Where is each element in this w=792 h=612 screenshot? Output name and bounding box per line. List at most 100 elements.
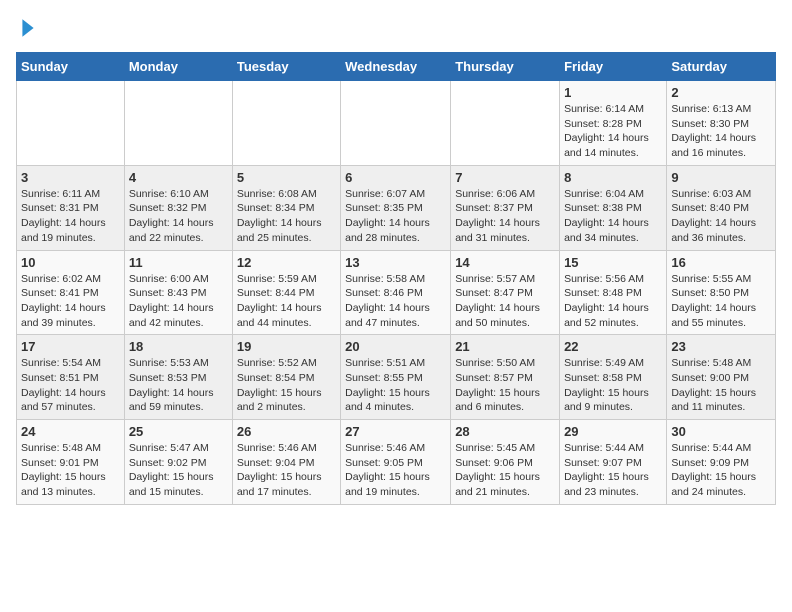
calendar-cell: 9 Sunrise: 6:03 AMSunset: 8:40 PMDayligh… (667, 165, 776, 250)
calendar-cell: 16 Sunrise: 5:55 AMSunset: 8:50 PMDaylig… (667, 250, 776, 335)
day-info: Sunrise: 5:48 AMSunset: 9:01 PMDaylight:… (21, 442, 106, 498)
header (16, 16, 776, 40)
calendar-cell: 26 Sunrise: 5:46 AMSunset: 9:04 PMDaylig… (232, 420, 340, 505)
calendar-cell: 27 Sunrise: 5:46 AMSunset: 9:05 PMDaylig… (341, 420, 451, 505)
calendar-cell: 1 Sunrise: 6:14 AMSunset: 8:28 PMDayligh… (560, 81, 667, 166)
calendar-header-row: SundayMondayTuesdayWednesdayThursdayFrid… (17, 53, 776, 81)
column-header-tuesday: Tuesday (232, 53, 340, 81)
logo-icon (16, 16, 40, 40)
day-info: Sunrise: 5:59 AMSunset: 8:44 PMDaylight:… (237, 273, 322, 329)
day-info: Sunrise: 5:44 AMSunset: 9:09 PMDaylight:… (671, 442, 756, 498)
calendar-body: 1 Sunrise: 6:14 AMSunset: 8:28 PMDayligh… (17, 81, 776, 505)
calendar-cell: 19 Sunrise: 5:52 AMSunset: 8:54 PMDaylig… (232, 335, 340, 420)
day-info: Sunrise: 5:50 AMSunset: 8:57 PMDaylight:… (455, 357, 540, 413)
day-number: 25 (129, 424, 228, 439)
day-info: Sunrise: 6:03 AMSunset: 8:40 PMDaylight:… (671, 188, 756, 244)
column-header-thursday: Thursday (451, 53, 560, 81)
day-number: 3 (21, 170, 120, 185)
calendar-cell: 10 Sunrise: 6:02 AMSunset: 8:41 PMDaylig… (17, 250, 125, 335)
calendar-cell: 22 Sunrise: 5:49 AMSunset: 8:58 PMDaylig… (560, 335, 667, 420)
day-info: Sunrise: 6:14 AMSunset: 8:28 PMDaylight:… (564, 103, 649, 159)
day-number: 24 (21, 424, 120, 439)
day-info: Sunrise: 6:10 AMSunset: 8:32 PMDaylight:… (129, 188, 214, 244)
column-header-wednesday: Wednesday (341, 53, 451, 81)
calendar-cell (451, 81, 560, 166)
day-number: 30 (671, 424, 771, 439)
day-info: Sunrise: 6:13 AMSunset: 8:30 PMDaylight:… (671, 103, 756, 159)
calendar-cell: 2 Sunrise: 6:13 AMSunset: 8:30 PMDayligh… (667, 81, 776, 166)
day-number: 13 (345, 255, 446, 270)
day-info: Sunrise: 5:47 AMSunset: 9:02 PMDaylight:… (129, 442, 214, 498)
day-info: Sunrise: 5:46 AMSunset: 9:04 PMDaylight:… (237, 442, 322, 498)
day-info: Sunrise: 6:02 AMSunset: 8:41 PMDaylight:… (21, 273, 106, 329)
logo (16, 16, 44, 40)
calendar-cell: 18 Sunrise: 5:53 AMSunset: 8:53 PMDaylig… (124, 335, 232, 420)
day-number: 6 (345, 170, 446, 185)
day-info: Sunrise: 5:49 AMSunset: 8:58 PMDaylight:… (564, 357, 649, 413)
day-info: Sunrise: 6:00 AMSunset: 8:43 PMDaylight:… (129, 273, 214, 329)
calendar-row-3: 17 Sunrise: 5:54 AMSunset: 8:51 PMDaylig… (17, 335, 776, 420)
day-number: 5 (237, 170, 336, 185)
day-info: Sunrise: 5:54 AMSunset: 8:51 PMDaylight:… (21, 357, 106, 413)
calendar-row-2: 10 Sunrise: 6:02 AMSunset: 8:41 PMDaylig… (17, 250, 776, 335)
day-info: Sunrise: 6:07 AMSunset: 8:35 PMDaylight:… (345, 188, 430, 244)
day-number: 1 (564, 85, 662, 100)
calendar-cell: 28 Sunrise: 5:45 AMSunset: 9:06 PMDaylig… (451, 420, 560, 505)
calendar-cell (341, 81, 451, 166)
calendar: SundayMondayTuesdayWednesdayThursdayFrid… (16, 52, 776, 505)
day-number: 4 (129, 170, 228, 185)
day-number: 20 (345, 339, 446, 354)
day-number: 16 (671, 255, 771, 270)
calendar-cell: 25 Sunrise: 5:47 AMSunset: 9:02 PMDaylig… (124, 420, 232, 505)
calendar-cell: 4 Sunrise: 6:10 AMSunset: 8:32 PMDayligh… (124, 165, 232, 250)
day-number: 10 (21, 255, 120, 270)
day-number: 14 (455, 255, 555, 270)
calendar-cell: 14 Sunrise: 5:57 AMSunset: 8:47 PMDaylig… (451, 250, 560, 335)
day-info: Sunrise: 5:53 AMSunset: 8:53 PMDaylight:… (129, 357, 214, 413)
calendar-cell: 15 Sunrise: 5:56 AMSunset: 8:48 PMDaylig… (560, 250, 667, 335)
column-header-friday: Friday (560, 53, 667, 81)
calendar-row-0: 1 Sunrise: 6:14 AMSunset: 8:28 PMDayligh… (17, 81, 776, 166)
calendar-cell: 12 Sunrise: 5:59 AMSunset: 8:44 PMDaylig… (232, 250, 340, 335)
column-header-saturday: Saturday (667, 53, 776, 81)
calendar-cell (232, 81, 340, 166)
calendar-cell: 11 Sunrise: 6:00 AMSunset: 8:43 PMDaylig… (124, 250, 232, 335)
calendar-cell: 30 Sunrise: 5:44 AMSunset: 9:09 PMDaylig… (667, 420, 776, 505)
day-info: Sunrise: 6:08 AMSunset: 8:34 PMDaylight:… (237, 188, 322, 244)
day-number: 8 (564, 170, 662, 185)
day-number: 9 (671, 170, 771, 185)
day-number: 2 (671, 85, 771, 100)
day-info: Sunrise: 6:04 AMSunset: 8:38 PMDaylight:… (564, 188, 649, 244)
day-number: 12 (237, 255, 336, 270)
day-info: Sunrise: 5:56 AMSunset: 8:48 PMDaylight:… (564, 273, 649, 329)
day-info: Sunrise: 5:44 AMSunset: 9:07 PMDaylight:… (564, 442, 649, 498)
calendar-cell: 5 Sunrise: 6:08 AMSunset: 8:34 PMDayligh… (232, 165, 340, 250)
day-number: 19 (237, 339, 336, 354)
day-number: 28 (455, 424, 555, 439)
calendar-cell: 3 Sunrise: 6:11 AMSunset: 8:31 PMDayligh… (17, 165, 125, 250)
calendar-cell: 20 Sunrise: 5:51 AMSunset: 8:55 PMDaylig… (341, 335, 451, 420)
day-number: 7 (455, 170, 555, 185)
day-info: Sunrise: 5:45 AMSunset: 9:06 PMDaylight:… (455, 442, 540, 498)
day-number: 21 (455, 339, 555, 354)
day-info: Sunrise: 5:57 AMSunset: 8:47 PMDaylight:… (455, 273, 540, 329)
day-info: Sunrise: 5:51 AMSunset: 8:55 PMDaylight:… (345, 357, 430, 413)
day-info: Sunrise: 6:11 AMSunset: 8:31 PMDaylight:… (21, 188, 106, 244)
day-number: 18 (129, 339, 228, 354)
column-header-sunday: Sunday (17, 53, 125, 81)
calendar-cell: 29 Sunrise: 5:44 AMSunset: 9:07 PMDaylig… (560, 420, 667, 505)
calendar-cell (124, 81, 232, 166)
day-number: 27 (345, 424, 446, 439)
day-info: Sunrise: 6:06 AMSunset: 8:37 PMDaylight:… (455, 188, 540, 244)
calendar-cell: 7 Sunrise: 6:06 AMSunset: 8:37 PMDayligh… (451, 165, 560, 250)
calendar-row-4: 24 Sunrise: 5:48 AMSunset: 9:01 PMDaylig… (17, 420, 776, 505)
calendar-cell: 23 Sunrise: 5:48 AMSunset: 9:00 PMDaylig… (667, 335, 776, 420)
calendar-row-1: 3 Sunrise: 6:11 AMSunset: 8:31 PMDayligh… (17, 165, 776, 250)
day-number: 17 (21, 339, 120, 354)
day-info: Sunrise: 5:48 AMSunset: 9:00 PMDaylight:… (671, 357, 756, 413)
calendar-cell: 13 Sunrise: 5:58 AMSunset: 8:46 PMDaylig… (341, 250, 451, 335)
calendar-cell: 17 Sunrise: 5:54 AMSunset: 8:51 PMDaylig… (17, 335, 125, 420)
column-header-monday: Monday (124, 53, 232, 81)
day-info: Sunrise: 5:58 AMSunset: 8:46 PMDaylight:… (345, 273, 430, 329)
day-info: Sunrise: 5:52 AMSunset: 8:54 PMDaylight:… (237, 357, 322, 413)
